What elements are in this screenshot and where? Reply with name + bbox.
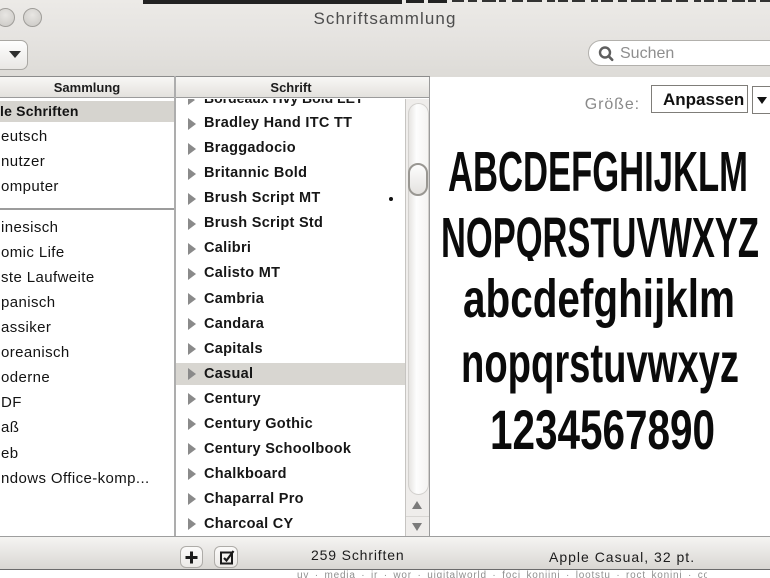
svg-text:NOPQRSTUVWXYZ: NOPQRSTUVWXYZ bbox=[441, 206, 759, 270]
svg-text:ABCDEFGHIJKLM: ABCDEFGHIJKLM bbox=[448, 140, 748, 204]
svg-text:abcdefghijklm: abcdefghijklm bbox=[463, 269, 735, 329]
svg-text:nopqrstuvwxyz: nopqrstuvwxyz bbox=[461, 331, 739, 394]
svg-text:1234567890: 1234567890 bbox=[490, 398, 715, 461]
